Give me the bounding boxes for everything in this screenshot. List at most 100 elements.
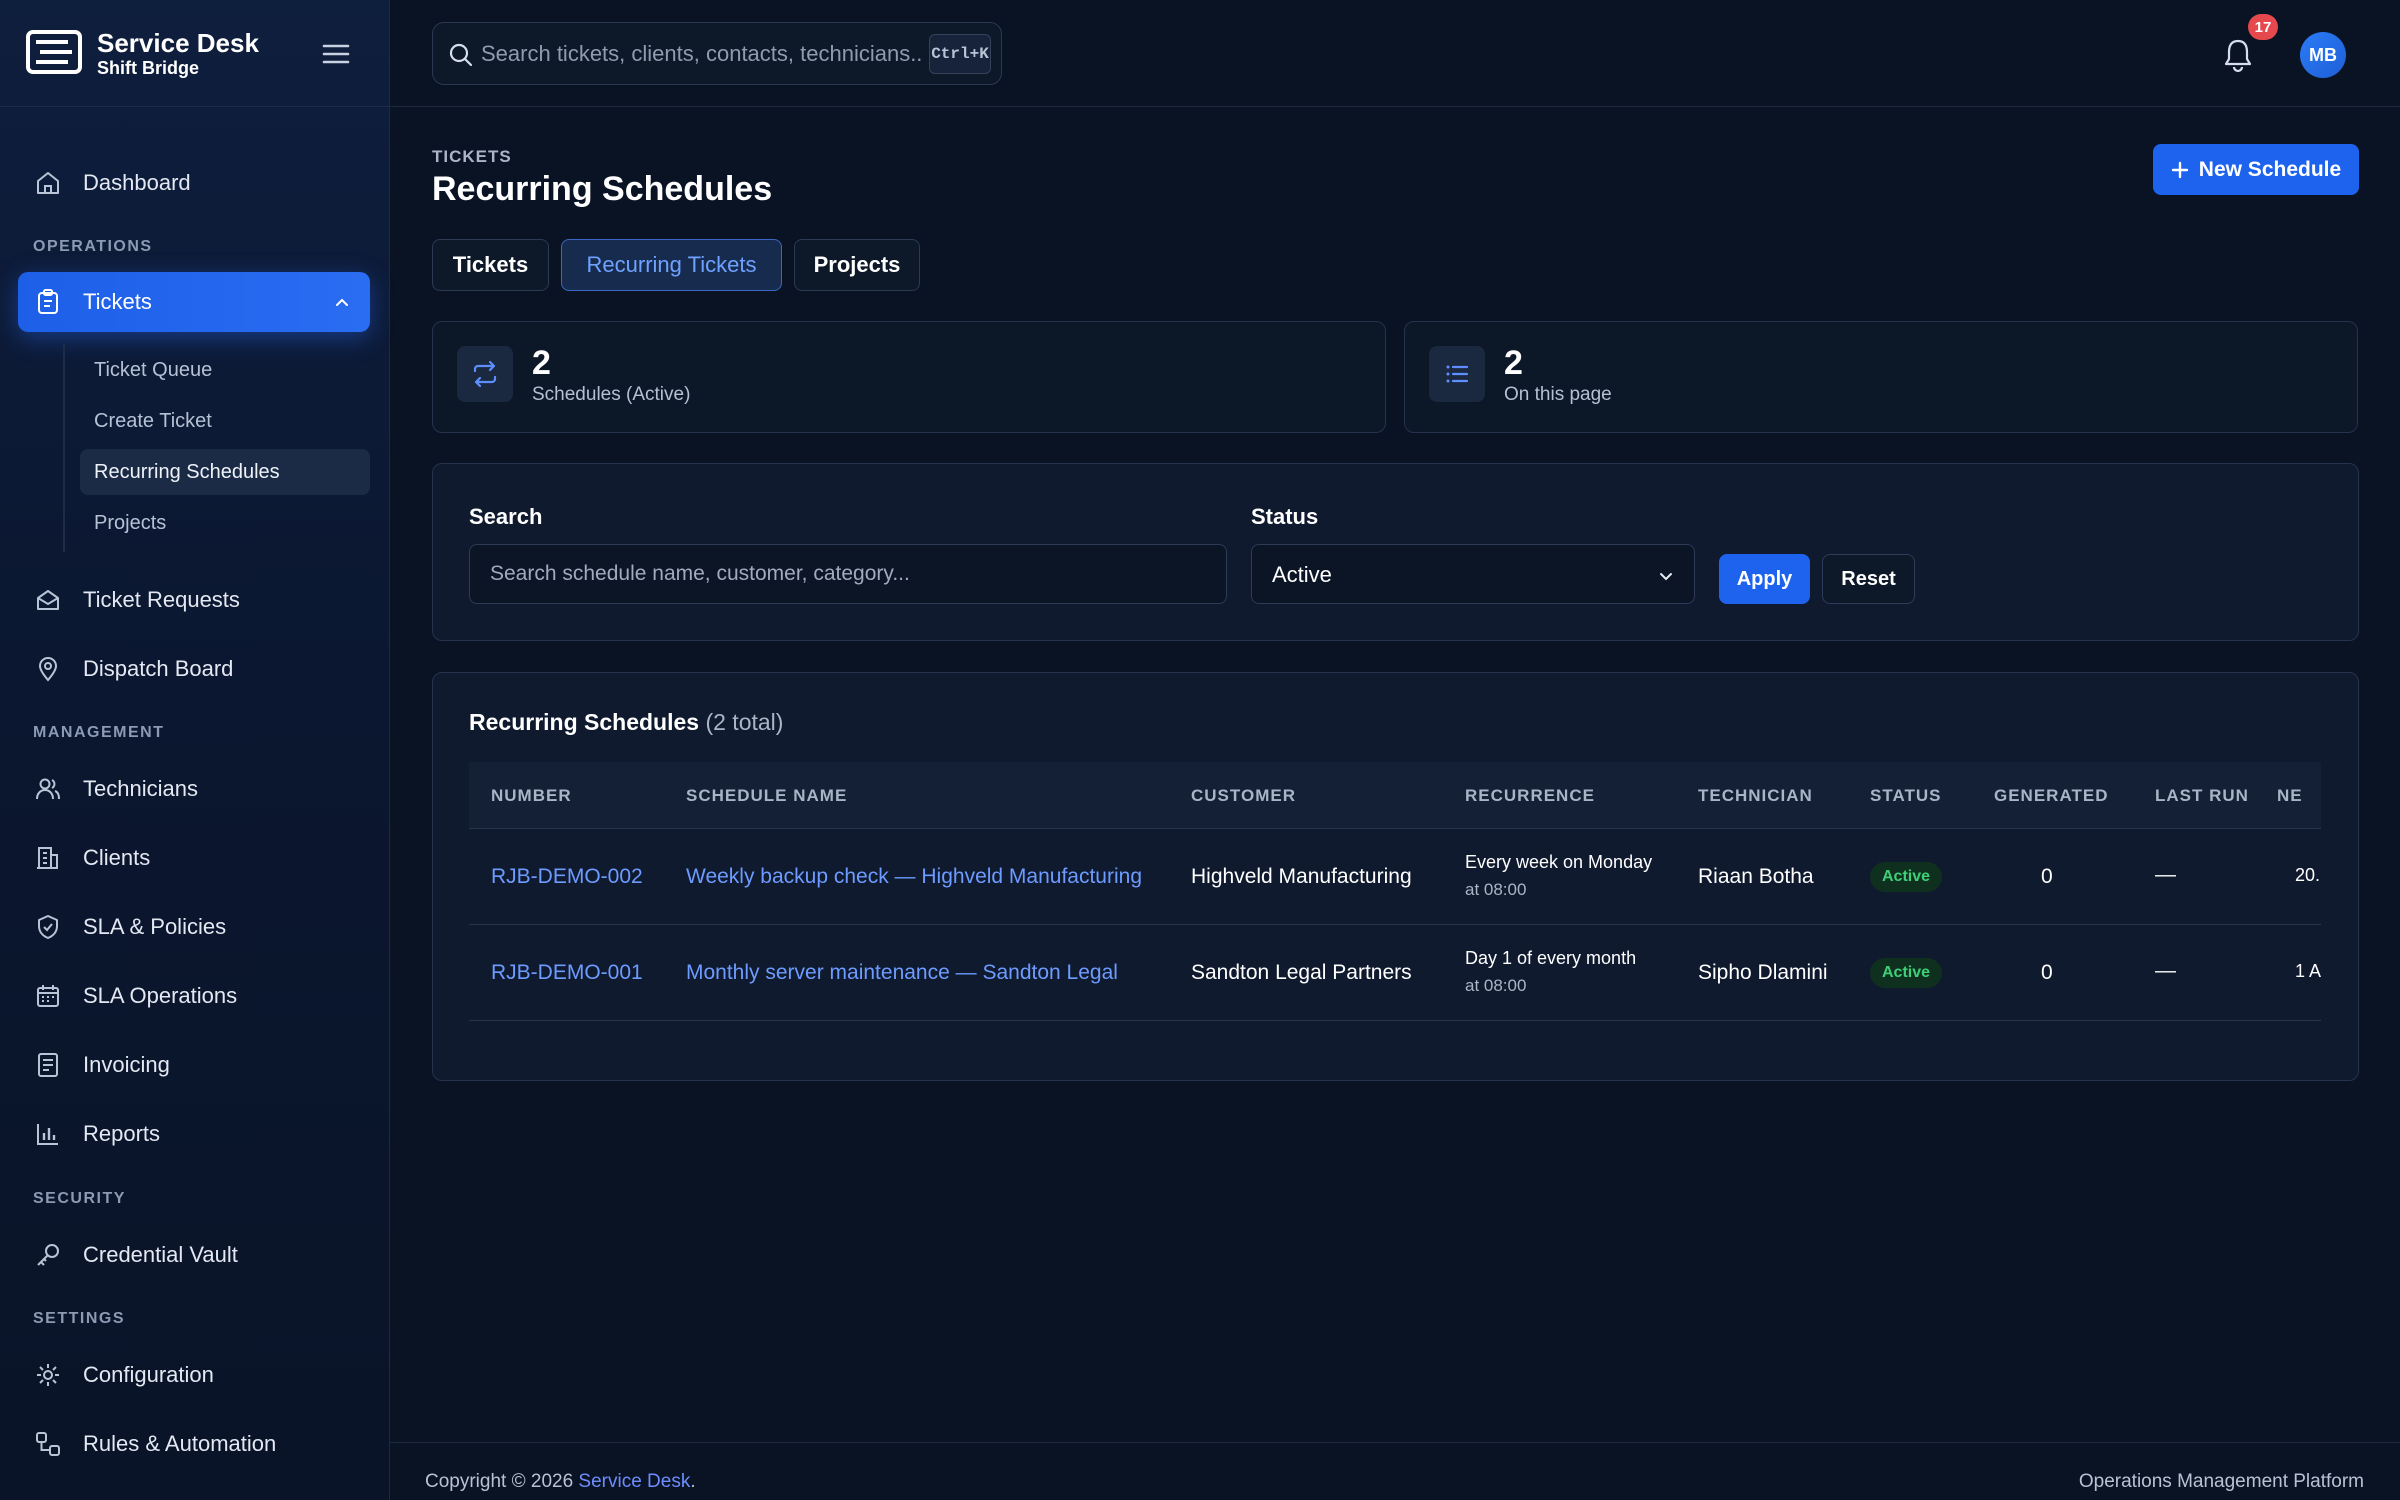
apply-button[interactable]: Apply — [1719, 554, 1810, 604]
subnav-item-create-ticket[interactable]: Create Ticket — [80, 398, 370, 444]
repeat-icon — [473, 360, 497, 388]
table-header: NUMBER SCHEDULE NAME CUSTOMER RECURRENCE… — [469, 762, 2321, 829]
new-schedule-button[interactable]: New Schedule — [2153, 144, 2359, 195]
workflow-icon — [36, 1432, 60, 1456]
subnav-item-ticket-queue[interactable]: Ticket Queue — [80, 347, 370, 393]
sidebar-item-reports[interactable]: Reports — [18, 1104, 370, 1164]
sidebar-item-label: Reports — [83, 1121, 161, 1146]
recurrence-time: at 08:00 — [1465, 880, 1527, 899]
top-bar: Ctrl+K 17 MB — [390, 0, 2400, 107]
sidebar-item-label: Credential Vault — [83, 1242, 238, 1267]
tab-tickets[interactable]: Tickets — [432, 239, 549, 291]
global-search-input[interactable] — [481, 35, 921, 73]
sidebar-item-label: Rules & Automation — [83, 1431, 277, 1456]
hamburger-menu-icon[interactable] — [318, 38, 354, 70]
copyright-period: . — [690, 1471, 696, 1492]
generated-cell: 0 — [2041, 961, 2053, 984]
gear-icon — [37, 1364, 59, 1386]
table-scroll-area[interactable]: NUMBER SCHEDULE NAME CUSTOMER RECURRENCE… — [469, 762, 2321, 1022]
section-label-security: SECURITY — [33, 1190, 126, 1207]
sidebar-item-sla-policies[interactable]: SLA & Policies — [18, 897, 370, 957]
sidebar-item-credential-vault[interactable]: Credential Vault — [18, 1225, 370, 1285]
sidebar-item-configuration[interactable]: Configuration — [18, 1345, 370, 1405]
sidebar-item-dashboard[interactable]: Dashboard — [18, 153, 370, 213]
table-row[interactable]: RJB-DEMO-002 Weekly backup check — Highv… — [469, 829, 2321, 925]
stat-value: 2 — [1504, 344, 1523, 382]
sidebar-item-label: Configuration — [83, 1362, 214, 1387]
sidebar-item-label: SLA & Policies — [83, 914, 227, 939]
column-header[interactable]: NE — [2277, 786, 2303, 806]
stat-card-on-this-page: 2 On this page — [1404, 321, 2358, 433]
calendar-icon — [37, 985, 59, 1007]
stat-icon-wrap — [1429, 346, 1485, 402]
sidebar-item-dispatch-board[interactable]: Dispatch Board — [18, 639, 370, 699]
brand-title: Service Desk — [97, 28, 259, 58]
recurrence-cell: Every week on Monday — [1465, 852, 1653, 872]
column-header[interactable]: SCHEDULE NAME — [686, 786, 847, 806]
column-header[interactable]: RECURRENCE — [1465, 786, 1595, 806]
stat-card-active-schedules: 2 Schedules (Active) — [432, 321, 1386, 433]
table-row[interactable]: RJB-DEMO-001 Monthly server maintenance … — [469, 925, 2321, 1021]
subnav-item-projects[interactable]: Projects — [80, 500, 370, 546]
reset-button[interactable]: Reset — [1822, 554, 1915, 604]
users-icon — [36, 778, 60, 800]
customer-cell: Sandton Legal Partners — [1191, 961, 1412, 984]
technician-cell: Riaan Botha — [1698, 865, 1814, 888]
status-select[interactable]: Active — [1251, 544, 1695, 604]
sidebar-item-invoicing[interactable]: Invoicing — [18, 1035, 370, 1095]
tab-recurring-tickets[interactable]: Recurring Tickets — [561, 239, 782, 291]
sidebar-item-sla-operations[interactable]: SLA Operations — [18, 966, 370, 1026]
column-header[interactable]: LAST RUN — [2155, 786, 2249, 806]
recurrence-cell: Day 1 of every month — [1465, 948, 1637, 968]
bar-chart-icon — [37, 1124, 58, 1145]
subnav-item-recurring-schedules[interactable]: Recurring Schedules — [80, 449, 370, 495]
search-icon — [449, 43, 473, 67]
subnav-line — [63, 344, 65, 552]
notification-badge: 17 — [2248, 14, 2278, 40]
schedule-name-link[interactable]: Weekly backup check — Highveld Manufactu… — [686, 865, 1142, 889]
sidebar-item-label: Dispatch Board — [83, 656, 234, 681]
search-label: Search — [469, 504, 543, 529]
sidebar-item-tickets[interactable]: Tickets — [18, 272, 370, 332]
sidebar-item-rules-automation[interactable]: Rules & Automation — [18, 1414, 370, 1474]
table-count: (2 total) — [705, 709, 784, 735]
sidebar-item-label: Invoicing — [83, 1052, 170, 1077]
sidebar-item-label: Dashboard — [83, 170, 191, 195]
technician-cell: Sipho Dlamini — [1698, 961, 1828, 984]
tab-projects[interactable]: Projects — [794, 239, 920, 291]
schedule-number-link[interactable]: RJB-DEMO-001 — [491, 961, 643, 985]
stat-value: 2 — [532, 344, 551, 382]
sidebar-item-technicians[interactable]: Technicians — [18, 759, 370, 819]
column-header[interactable]: CUSTOMER — [1191, 786, 1296, 806]
next-run-cell: 1 Au — [2295, 961, 2321, 981]
column-header[interactable]: TECHNICIAN — [1698, 786, 1813, 806]
section-label-settings: SETTINGS — [33, 1310, 126, 1327]
logo-icon — [26, 30, 82, 74]
column-header[interactable]: GENERATED — [1994, 786, 2108, 806]
column-header[interactable]: NUMBER — [491, 786, 572, 806]
last-run-cell: — — [2155, 959, 2176, 982]
sidebar-item-clients[interactable]: Clients — [18, 828, 370, 888]
sidebar-item-label: Tickets — [83, 289, 152, 314]
section-label-management: MANAGEMENT — [33, 724, 165, 741]
recurrence-time: at 08:00 — [1465, 976, 1527, 995]
footer-copyright: Copyright © 2026 Service Desk. — [425, 1471, 696, 1493]
schedule-number-link[interactable]: RJB-DEMO-002 — [491, 865, 643, 889]
sidebar-item-ticket-requests[interactable]: Ticket Requests — [18, 570, 370, 630]
key-icon — [37, 1244, 59, 1266]
schedule-search-input[interactable] — [469, 544, 1227, 604]
footer-brand-link[interactable]: Service Desk — [578, 1471, 690, 1492]
avatar[interactable]: MB — [2300, 32, 2346, 78]
global-search[interactable]: Ctrl+K — [432, 22, 1002, 85]
stat-icon-wrap — [457, 346, 513, 402]
footer: Copyright © 2026 Service Desk. Operation… — [390, 1442, 2400, 1500]
column-header[interactable]: STATUS — [1870, 786, 1941, 806]
bell-icon[interactable] — [2220, 36, 2256, 74]
table-title-text: Recurring Schedules — [469, 709, 700, 735]
schedule-name-link[interactable]: Monthly server maintenance — Sandton Leg… — [686, 961, 1118, 985]
stat-label: On this page — [1504, 384, 1612, 405]
copyright-text: Copyright © 2026 — [425, 1471, 579, 1492]
clipboard-icon — [38, 289, 58, 314]
brand-subtitle: Shift Bridge — [97, 58, 199, 78]
schedules-table-card: Recurring Schedules (2 total) NUMBER SCH… — [432, 672, 2359, 1081]
